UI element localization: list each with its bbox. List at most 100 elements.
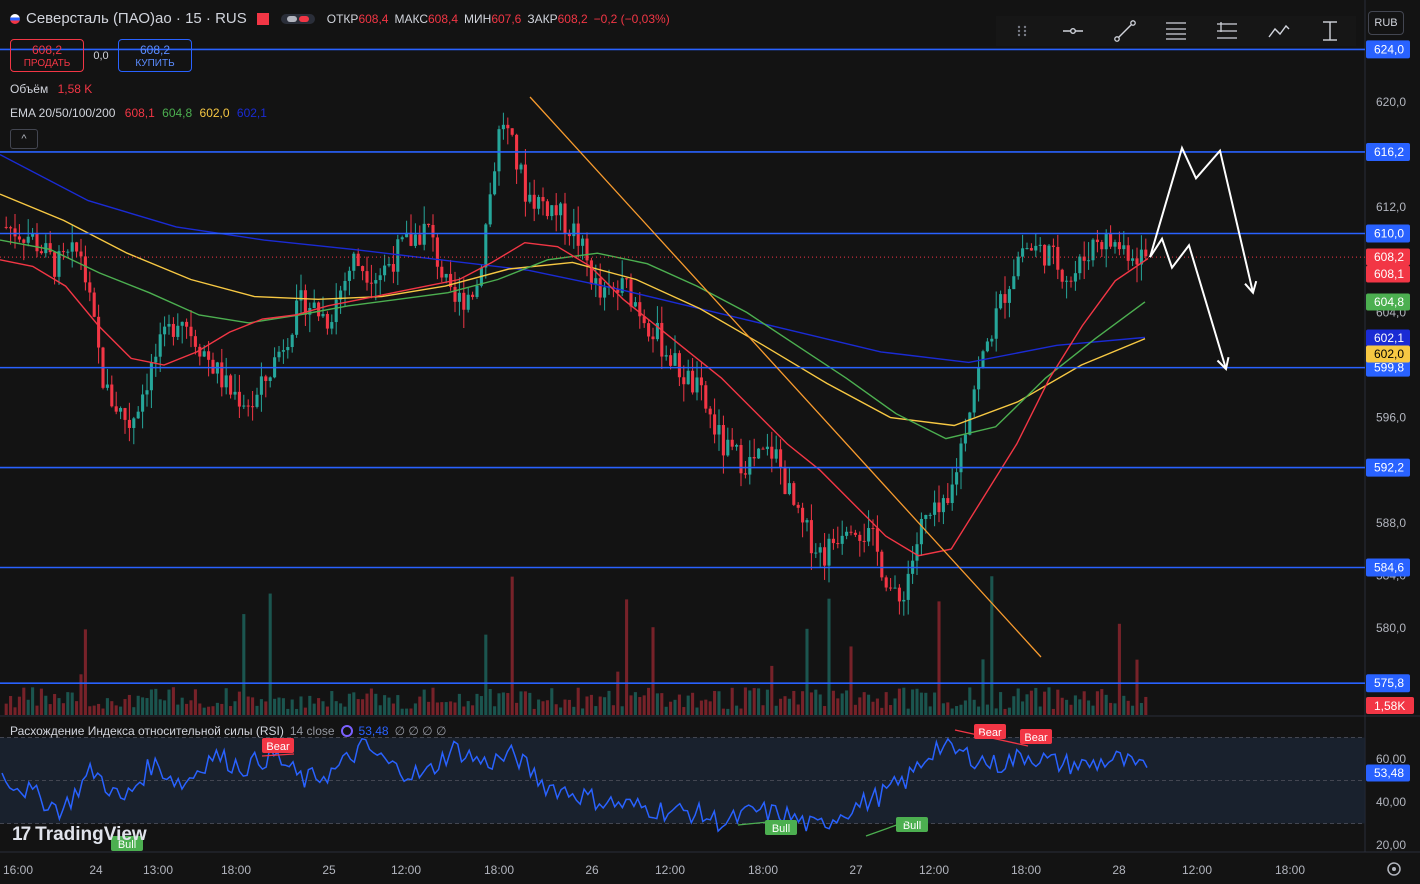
candle-body [770,446,774,459]
volume-bar [347,693,351,715]
drag-handle-icon[interactable] [1009,18,1035,44]
time-tick-label: 18:00 [1011,863,1041,877]
fib-retracement-icon[interactable] [1163,18,1189,44]
volume-bar [655,693,659,715]
candle-body [845,531,849,536]
ema100-value: 602,0 [199,106,230,120]
candle-body [1078,256,1082,274]
volume-bar [660,693,664,715]
candle-body [1117,242,1121,250]
buy-button[interactable]: 608,2 КУПИТЬ [118,39,192,72]
volume-bar [207,706,211,715]
symbol-title[interactable]: Северсталь (ПАО)ао · 15 · RUS [26,10,247,27]
volume-bar [783,696,787,715]
volume-bar [374,693,378,715]
volume-legend[interactable]: Объём 1,58 K [10,82,92,96]
volume-bar [695,707,699,715]
volume-bar [541,701,545,715]
sell-button[interactable]: 608,2 ПРОДАТЬ [10,39,84,72]
candle-body [963,434,967,444]
candle-body [779,449,783,469]
ohlc-key: МАКС [394,11,428,26]
volume-bar [620,706,624,715]
volume-bar [79,674,83,715]
volume-bar [559,707,563,715]
volume-bar [831,690,835,715]
volume-bar [972,699,976,715]
volume-bar [413,703,417,715]
volume-bar [1104,694,1108,715]
candle-body [180,321,184,326]
tradingview-logo[interactable]: 17 TradingView [12,824,147,846]
ema-legend-label: EMA 20/50/100/200 [10,106,116,120]
candle-body [682,377,686,385]
rsi-tick-label: 40,00 [1376,795,1406,809]
rsi-legend[interactable]: Расхождение Индекса относительной силы (… [10,724,446,738]
horizontal-ray-icon[interactable] [1060,18,1086,44]
volume-bar [57,698,61,715]
volume-bar [941,703,945,715]
volume-bar [352,692,356,715]
volume-bar [638,697,642,715]
volume-bar [440,702,444,715]
path-icon[interactable] [1266,18,1292,44]
candle-body [1073,273,1077,282]
collapse-legend-button[interactable]: ^ [10,129,38,149]
volume-bar [422,689,426,715]
candle-body [1104,232,1108,250]
volume-bar [189,700,193,715]
market-status-icon[interactable] [256,12,269,25]
currency-button[interactable]: RUB [1368,11,1404,35]
candle-body [713,414,717,435]
volume-bar [845,690,849,715]
volume-bar [88,706,92,715]
candle-body [853,532,857,535]
candle-body [501,124,505,130]
volume-bar [264,701,268,715]
volume-bar [1016,688,1020,715]
candle-body [79,251,83,257]
candle-body [783,468,787,495]
candle-body [862,540,866,542]
volume-bar [1056,689,1060,715]
volume-bar [814,689,818,715]
volume-bar [158,699,162,715]
volume-bar [31,687,35,715]
candle-body [977,367,981,390]
volume-bar [871,701,875,715]
volume-bar [75,701,79,715]
candle-body [735,445,739,447]
candle-body [990,338,994,342]
volume-bar [950,708,954,715]
candle-body [193,336,197,347]
volume-bar [633,692,637,715]
visibility-toggle-icon[interactable] [280,13,315,24]
volume-bar [862,692,866,715]
volume-bar [576,687,580,715]
trend-line-icon[interactable] [1112,18,1138,44]
volume-bar [149,689,153,715]
volume-bar [145,698,149,715]
candle-body [435,237,439,267]
chart-stage[interactable]: 620,0612,0596,0588,0580,0604,0584,0624,0… [0,0,1420,884]
long-position-icon[interactable] [1214,18,1240,44]
candle-body [70,242,74,252]
candle-body [871,528,875,530]
candle-body [1021,248,1025,257]
date-range-icon[interactable] [1317,18,1343,44]
candle-body [9,227,13,229]
candle-body [1051,245,1055,247]
volume-bar [493,706,497,715]
candle-body [53,252,57,277]
volume-bar [1043,691,1047,715]
volume-bar [229,706,233,715]
volume-bar [1051,708,1055,715]
candle-body [721,425,725,456]
candle-body [211,359,215,374]
candle-body [594,278,598,285]
volume-bar [647,687,651,715]
candle-body [563,203,567,233]
ema-legend[interactable]: EMA 20/50/100/200 608,1 604,8 602,0 602,… [10,106,267,120]
volume-bar [919,692,923,715]
ohlc-key: МИН [464,11,492,26]
